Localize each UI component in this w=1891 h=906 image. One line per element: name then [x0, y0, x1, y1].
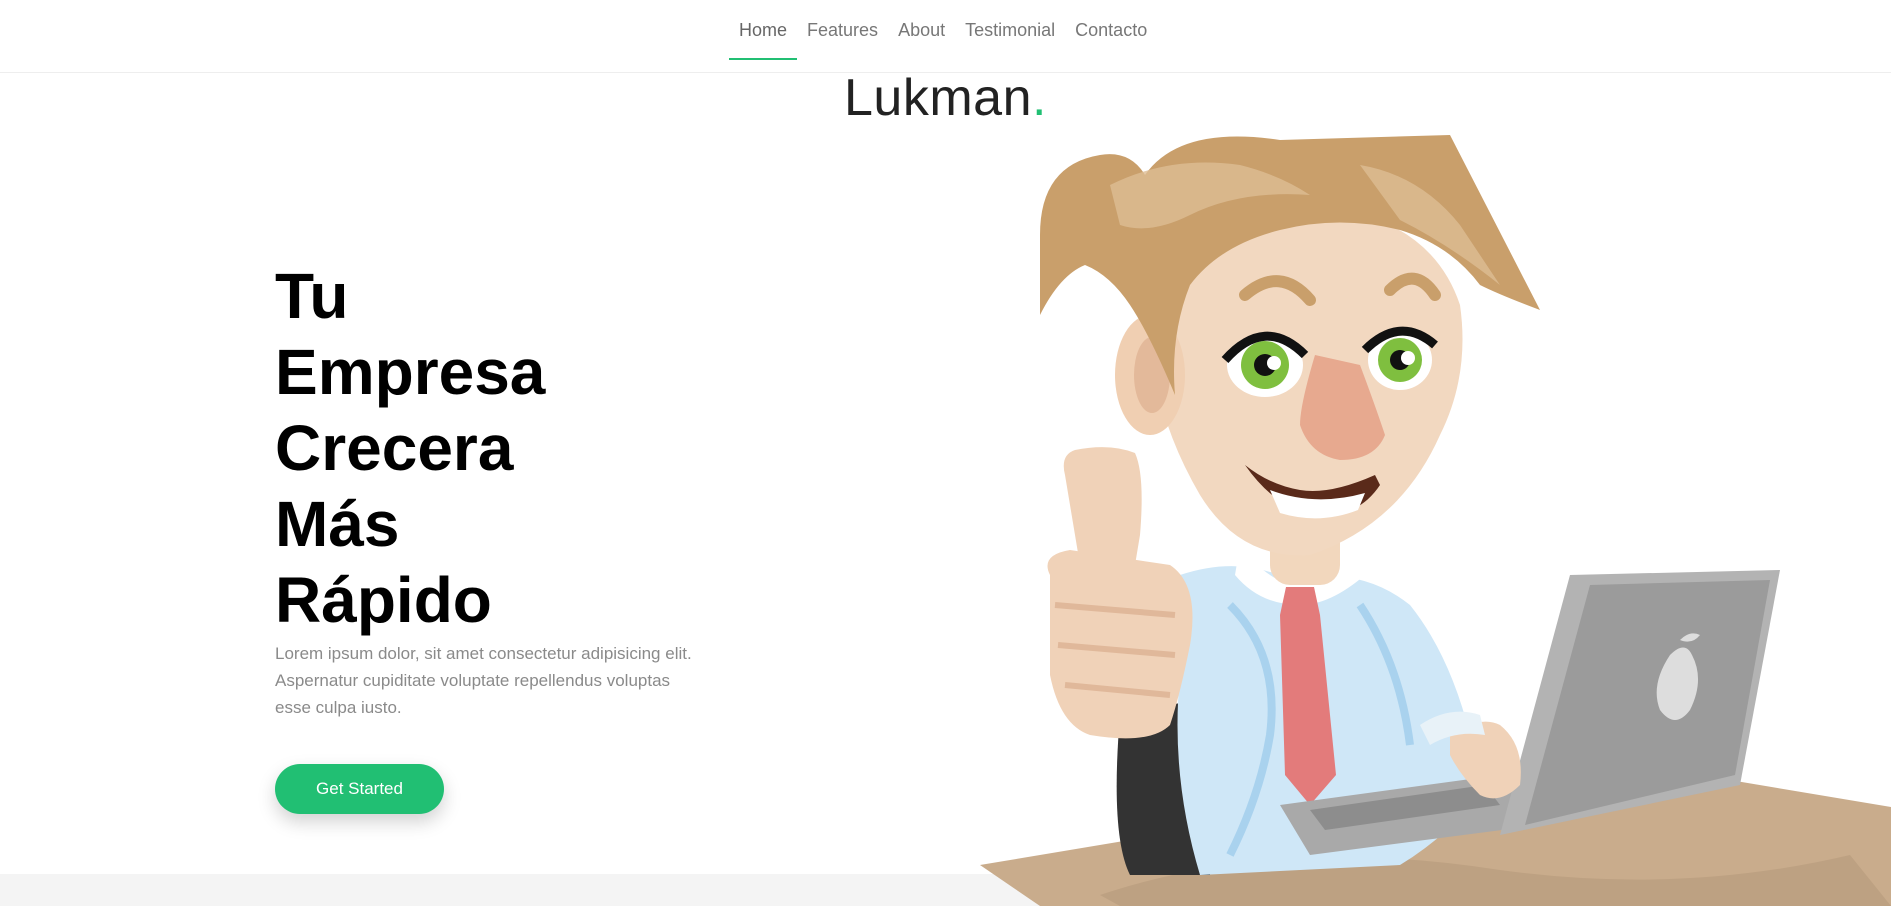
hero-title: Tu Empresa Crecera Más Rápido [275, 258, 635, 638]
hero-title-line: Más [275, 488, 400, 560]
hero-title-line: Tu [275, 260, 349, 332]
eye-highlight-shape [1401, 351, 1415, 365]
get-started-button[interactable]: Get Started [275, 764, 444, 814]
brand-dot: . [1032, 69, 1047, 127]
nav-item-testimonial[interactable]: Testimonial [955, 0, 1065, 60]
hero-title-line: Rápido [275, 564, 492, 636]
nav-menu: Home Features About Testimonial Contacto [729, 0, 1157, 60]
thumb-shape [1063, 447, 1142, 565]
nav-item-contacto[interactable]: Contacto [1065, 0, 1157, 60]
hero-description: Lorem ipsum dolor, sit amet consectetur … [275, 644, 692, 717]
brand-logo[interactable]: Lukman. [0, 68, 1891, 128]
nav-item-about[interactable]: About [888, 0, 955, 60]
top-navbar: Home Features About Testimonial Contacto [0, 0, 1891, 73]
brand-name: Lukman [844, 69, 1033, 127]
hero-title-line: Empresa [275, 336, 546, 408]
nav-item-home[interactable]: Home [729, 0, 798, 60]
businessman-laptop-thumbs-up-illustration [980, 135, 1891, 906]
nav-item-features[interactable]: Features [797, 0, 888, 60]
hero-title-line: Crecera [275, 412, 514, 484]
eye-highlight-shape [1267, 356, 1281, 370]
